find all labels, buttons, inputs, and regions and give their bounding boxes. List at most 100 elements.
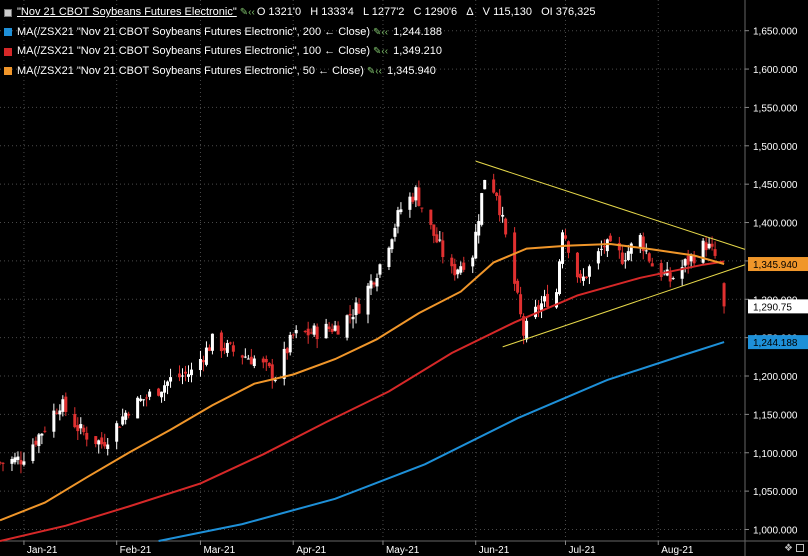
- candle-body: [252, 358, 256, 367]
- candle-body: [626, 251, 630, 261]
- candle-body: [85, 432, 89, 440]
- candle-body: [566, 241, 570, 253]
- candle-body: [414, 187, 418, 201]
- candle-body: [587, 266, 591, 277]
- candle-body: [596, 251, 600, 264]
- candle-body: [474, 231, 478, 259]
- ma100-color-swatch: [4, 47, 12, 56]
- candle-body: [327, 326, 331, 330]
- candle-body: [103, 442, 107, 447]
- ma100-value: 1,349.210: [393, 45, 443, 57]
- candle-body: [82, 427, 86, 433]
- y-tick-label: 1,000.000: [753, 525, 798, 536]
- x-tick-label: Jan-21: [27, 545, 58, 556]
- candle-body: [16, 456, 20, 460]
- candle-body: [492, 179, 496, 193]
- candle-body: [178, 373, 182, 378]
- candle-body: [399, 209, 403, 213]
- price-chart[interactable]: 1,000.000 1,050.000 1,100.000 1,150.000 1,20…: [0, 0, 808, 556]
- candle-body: [375, 278, 379, 287]
- y-tick-label: 1,150.000: [753, 410, 798, 421]
- x-tick-label: Jun-21: [479, 545, 510, 556]
- candle-body: [267, 362, 271, 367]
- legend-row-ma50[interactable]: MA(/ZSX21 "Nov 21 CBOT Soybeans Futures …: [4, 62, 602, 82]
- legend-row-ma100[interactable]: MA(/ZSX21 "Nov 21 CBOT Soybeans Futures …: [4, 42, 602, 62]
- y-tick-label: 1,100.000: [753, 449, 798, 460]
- candle-body: [504, 218, 508, 235]
- candle-body: [31, 444, 35, 461]
- ma100-label[interactable]: MA(/ZSX21 "Nov 21 CBOT Soybeans Futures …: [17, 42, 370, 62]
- x-tick-label: Mar-21: [203, 545, 235, 556]
- candle-body: [393, 227, 397, 237]
- candle-body: [644, 250, 648, 252]
- edit-icon[interactable]: ✎‹‹: [373, 42, 388, 62]
- edit-icon[interactable]: ✎‹‹: [367, 62, 382, 82]
- candle-body: [0, 462, 2, 464]
- price-label-text: 1,290.75: [753, 302, 792, 313]
- candle-body: [291, 334, 295, 336]
- candle-body: [249, 356, 253, 365]
- candle-body: [369, 280, 373, 289]
- candle-body: [438, 239, 442, 241]
- candle-body: [477, 221, 481, 236]
- edit-icon[interactable]: ✎‹‹: [240, 3, 255, 23]
- y-tick-label: 1,650.000: [753, 27, 798, 38]
- ma200-color-swatch: [4, 28, 12, 37]
- candle-body: [351, 316, 355, 320]
- candle-body: [348, 313, 352, 316]
- x-tick-label: May-21: [386, 545, 420, 556]
- chart-settings-icon[interactable]: ❖: [780, 542, 804, 554]
- y-tick-label: 1,450.000: [753, 180, 798, 191]
- ohlc-readout: O 1321'0 H 1333'4 L 1277'2 C 1290'6 Δ V …: [257, 3, 602, 23]
- candle-body: [303, 330, 307, 332]
- candle-body: [231, 345, 235, 352]
- candle-body: [309, 332, 313, 334]
- ma50-label[interactable]: MA(/ZSX21 "Nov 21 CBOT Soybeans Futures …: [17, 62, 364, 82]
- candle-body: [456, 269, 460, 275]
- edit-icon[interactable]: ✎‹‹: [373, 23, 388, 43]
- candle-body: [480, 193, 484, 225]
- candle-body: [683, 259, 687, 266]
- candle-body: [336, 325, 340, 335]
- candle-body: [441, 240, 445, 258]
- candle-body: [163, 385, 167, 393]
- candle-body: [225, 343, 229, 353]
- candle-body: [396, 210, 400, 227]
- maximize-icon[interactable]: [796, 544, 804, 552]
- candle-body: [222, 347, 226, 351]
- symbol-title[interactable]: "Nov 21 CBOT Soybeans Futures Electronic…: [17, 3, 237, 23]
- candle-body: [722, 283, 726, 307]
- candle-body: [650, 263, 654, 267]
- ma200-value: 1,244.188: [393, 25, 443, 38]
- candle-body: [459, 266, 463, 273]
- candle-body: [546, 293, 550, 307]
- candle-body: [495, 192, 499, 197]
- candle-body: [417, 187, 421, 206]
- expand-icon[interactable]: ❖: [784, 543, 793, 554]
- candle-body: [516, 280, 520, 293]
- candle-body: [333, 325, 337, 331]
- candle-body: [608, 235, 612, 242]
- candle-body: [513, 232, 517, 284]
- candle-body: [94, 436, 98, 444]
- candle-body: [501, 214, 505, 217]
- candle-body: [22, 461, 26, 465]
- candle-body: [58, 410, 62, 415]
- candle-body: [55, 412, 59, 414]
- legend-row-price[interactable]: "Nov 21 CBOT Soybeans Futures Electronic…: [4, 3, 602, 23]
- candle-body: [638, 235, 642, 248]
- candle-body: [64, 396, 68, 413]
- x-tick-label: Aug-21: [661, 545, 694, 556]
- candle-body: [357, 303, 361, 314]
- legend-row-ma200[interactable]: MA(/ZSX21 "Nov 21 CBOT Soybeans Futures …: [4, 23, 602, 43]
- ma200-label[interactable]: MA(/ZSX21 "Nov 21 CBOT Soybeans Futures …: [17, 23, 370, 43]
- candle-body: [575, 252, 579, 278]
- high-value: H 1333'4: [310, 6, 354, 18]
- candle-body: [288, 334, 292, 353]
- candle-body: [166, 381, 170, 386]
- candle-body: [710, 243, 714, 247]
- y-tick-label: 1,500.000: [753, 142, 798, 153]
- candle-body: [13, 457, 17, 463]
- candle-body: [210, 333, 214, 351]
- candle-body: [240, 355, 244, 358]
